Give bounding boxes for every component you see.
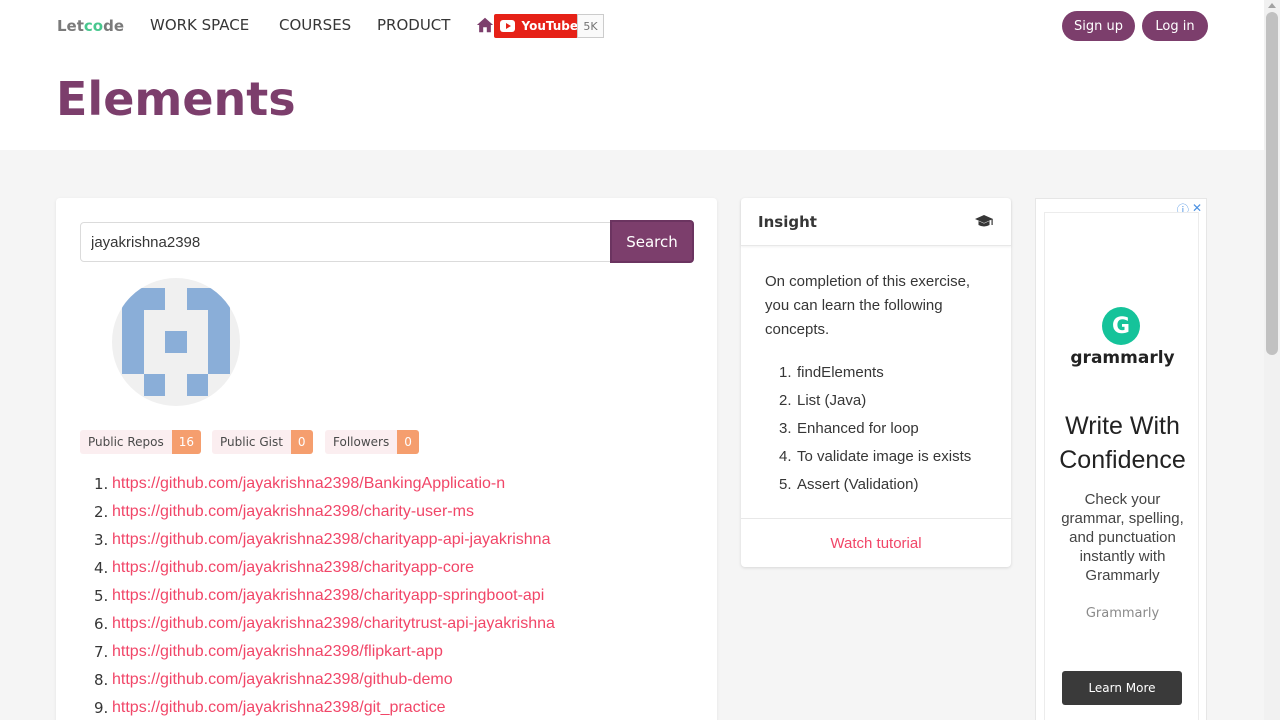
repo-link[interactable]: https://github.com/jayakrishna2398/git_p… (112, 699, 446, 717)
logo-text-de: de (103, 17, 125, 35)
advertisement[interactable]: ⓘ ✕ G grammarly Write With Confidence Ch… (1035, 198, 1207, 720)
ad-brand-name: Grammarly (1085, 606, 1160, 621)
insight-header: Insight (741, 198, 1011, 246)
list-item: 6. https://github.com/jayakrishna2398/cha… (94, 615, 555, 633)
list-item: 2. List (Java) (779, 391, 867, 409)
youtube-label: YouTube (521, 19, 578, 33)
signup-button[interactable]: Sign up (1062, 11, 1135, 41)
github-search-card: Search Public Repos 16 Public (56, 198, 717, 720)
public-repos-count: 16 (171, 430, 202, 454)
youtube-subscribe-button[interactable]: YouTube (494, 14, 578, 38)
repo-link[interactable]: https://github.com/jayakrishna2398/githu… (112, 671, 453, 689)
list-item: 2. https://github.com/jayakrishna2398/cha… (94, 503, 474, 521)
repo-link[interactable]: https://github.com/jayakrishna2398/chari… (112, 587, 544, 605)
ad-copy: Check your grammar, spelling, and punctu… (1061, 491, 1184, 584)
list-item: 8. https://github.com/jayakrishna2398/git… (94, 671, 453, 689)
repo-link[interactable]: https://github.com/jayakrishna2398/chari… (112, 615, 555, 633)
list-item: 9. https://github.com/jayakrishna2398/git… (94, 699, 446, 717)
navbar: Letcode WORK SPACE COURSES PRODUCT YouTu… (0, 0, 1264, 52)
login-button[interactable]: Log in (1142, 11, 1208, 41)
public-gist-count: 0 (290, 430, 313, 454)
insight-title: Insight (758, 212, 817, 231)
public-repos-tag: Public Repos 16 (80, 430, 202, 454)
graduation-cap-icon (975, 214, 993, 226)
list-item: 3. Enhanced for loop (779, 419, 919, 437)
public-gist-tag: Public Gist 0 (212, 430, 313, 454)
public-repos-label: Public Repos (80, 430, 172, 454)
hero-section: Elements (0, 52, 1264, 150)
nav-product-link[interactable]: PRODUCT (377, 16, 450, 34)
scrollbar-thumb[interactable] (1266, 12, 1278, 355)
ad-content: G grammarly Write With Confidence Check … (1044, 212, 1199, 720)
grammarly-logo-icon: G (1102, 307, 1140, 345)
repo-link[interactable]: https://github.com/jayakrishna2398/chari… (112, 503, 474, 521)
logo-text-let: Let (57, 17, 84, 35)
list-item: 1. findElements (779, 363, 884, 381)
youtube-play-icon (500, 20, 516, 32)
logo-text-co: co (83, 17, 104, 35)
list-item: 4. To validate image is exists (779, 447, 972, 465)
repo-list: 1. https://github.com/jayakrishna2398/Ban… (94, 470, 555, 720)
ad-headline: Write With Confidence (1059, 412, 1186, 474)
repo-link[interactable]: https://github.com/jayakrishna2398/flipk… (112, 643, 443, 661)
username-search-input[interactable] (80, 222, 611, 262)
user-avatar (112, 278, 240, 406)
scroll-up-arrow-icon[interactable] (1268, 3, 1276, 8)
letcode-logo[interactable]: Letcode (57, 17, 124, 35)
list-item: 7. https://github.com/jayakrishna2398/fli… (94, 643, 443, 661)
repo-link[interactable]: https://github.com/jayakrishna2398/chari… (112, 531, 550, 549)
public-gist-label: Public Gist (212, 430, 291, 454)
grammarly-wordmark: grammarly (1070, 348, 1175, 368)
ad-learn-more-button[interactable]: Learn More (1062, 671, 1182, 705)
youtube-subscriber-count: 5K (577, 14, 604, 38)
list-item: 1. https://github.com/jayakrishna2398/Ban… (94, 475, 506, 493)
list-item: 3. https://github.com/jayakrishna2398/cha… (94, 531, 551, 549)
insight-body: On completion of this exercise, you can … (741, 246, 1011, 498)
search-button[interactable]: Search (610, 220, 694, 263)
list-item: 5. Assert (Validation) (779, 475, 919, 493)
followers-tag: Followers 0 (325, 430, 419, 454)
page-scrollbar[interactable] (1264, 0, 1280, 720)
insight-footer: Watch tutorial (741, 518, 1011, 567)
followers-count: 0 (397, 430, 419, 454)
insight-description: On completion of this exercise, you can … (765, 273, 971, 338)
list-item: 5. https://github.com/jayakrishna2398/cha… (94, 587, 545, 605)
watch-tutorial-link[interactable]: Watch tutorial (830, 535, 921, 552)
home-icon[interactable] (476, 16, 494, 34)
list-item: 4. https://github.com/jayakrishna2398/cha… (94, 559, 474, 577)
nav-workspace-link[interactable]: WORK SPACE (150, 16, 249, 34)
page-title: Elements (56, 72, 296, 126)
nav-courses-link[interactable]: COURSES (279, 16, 351, 34)
followers-label: Followers (325, 430, 398, 454)
concepts-list: 1. findElements 2. List (Java) 3. Enhanced … (765, 358, 987, 498)
insight-card: Insight On completion of this exercise, … (741, 198, 1011, 567)
repo-link[interactable]: https://github.com/jayakrishna2398/Banki… (112, 475, 505, 493)
repo-link[interactable]: https://github.com/jayakrishna2398/chari… (112, 559, 474, 577)
